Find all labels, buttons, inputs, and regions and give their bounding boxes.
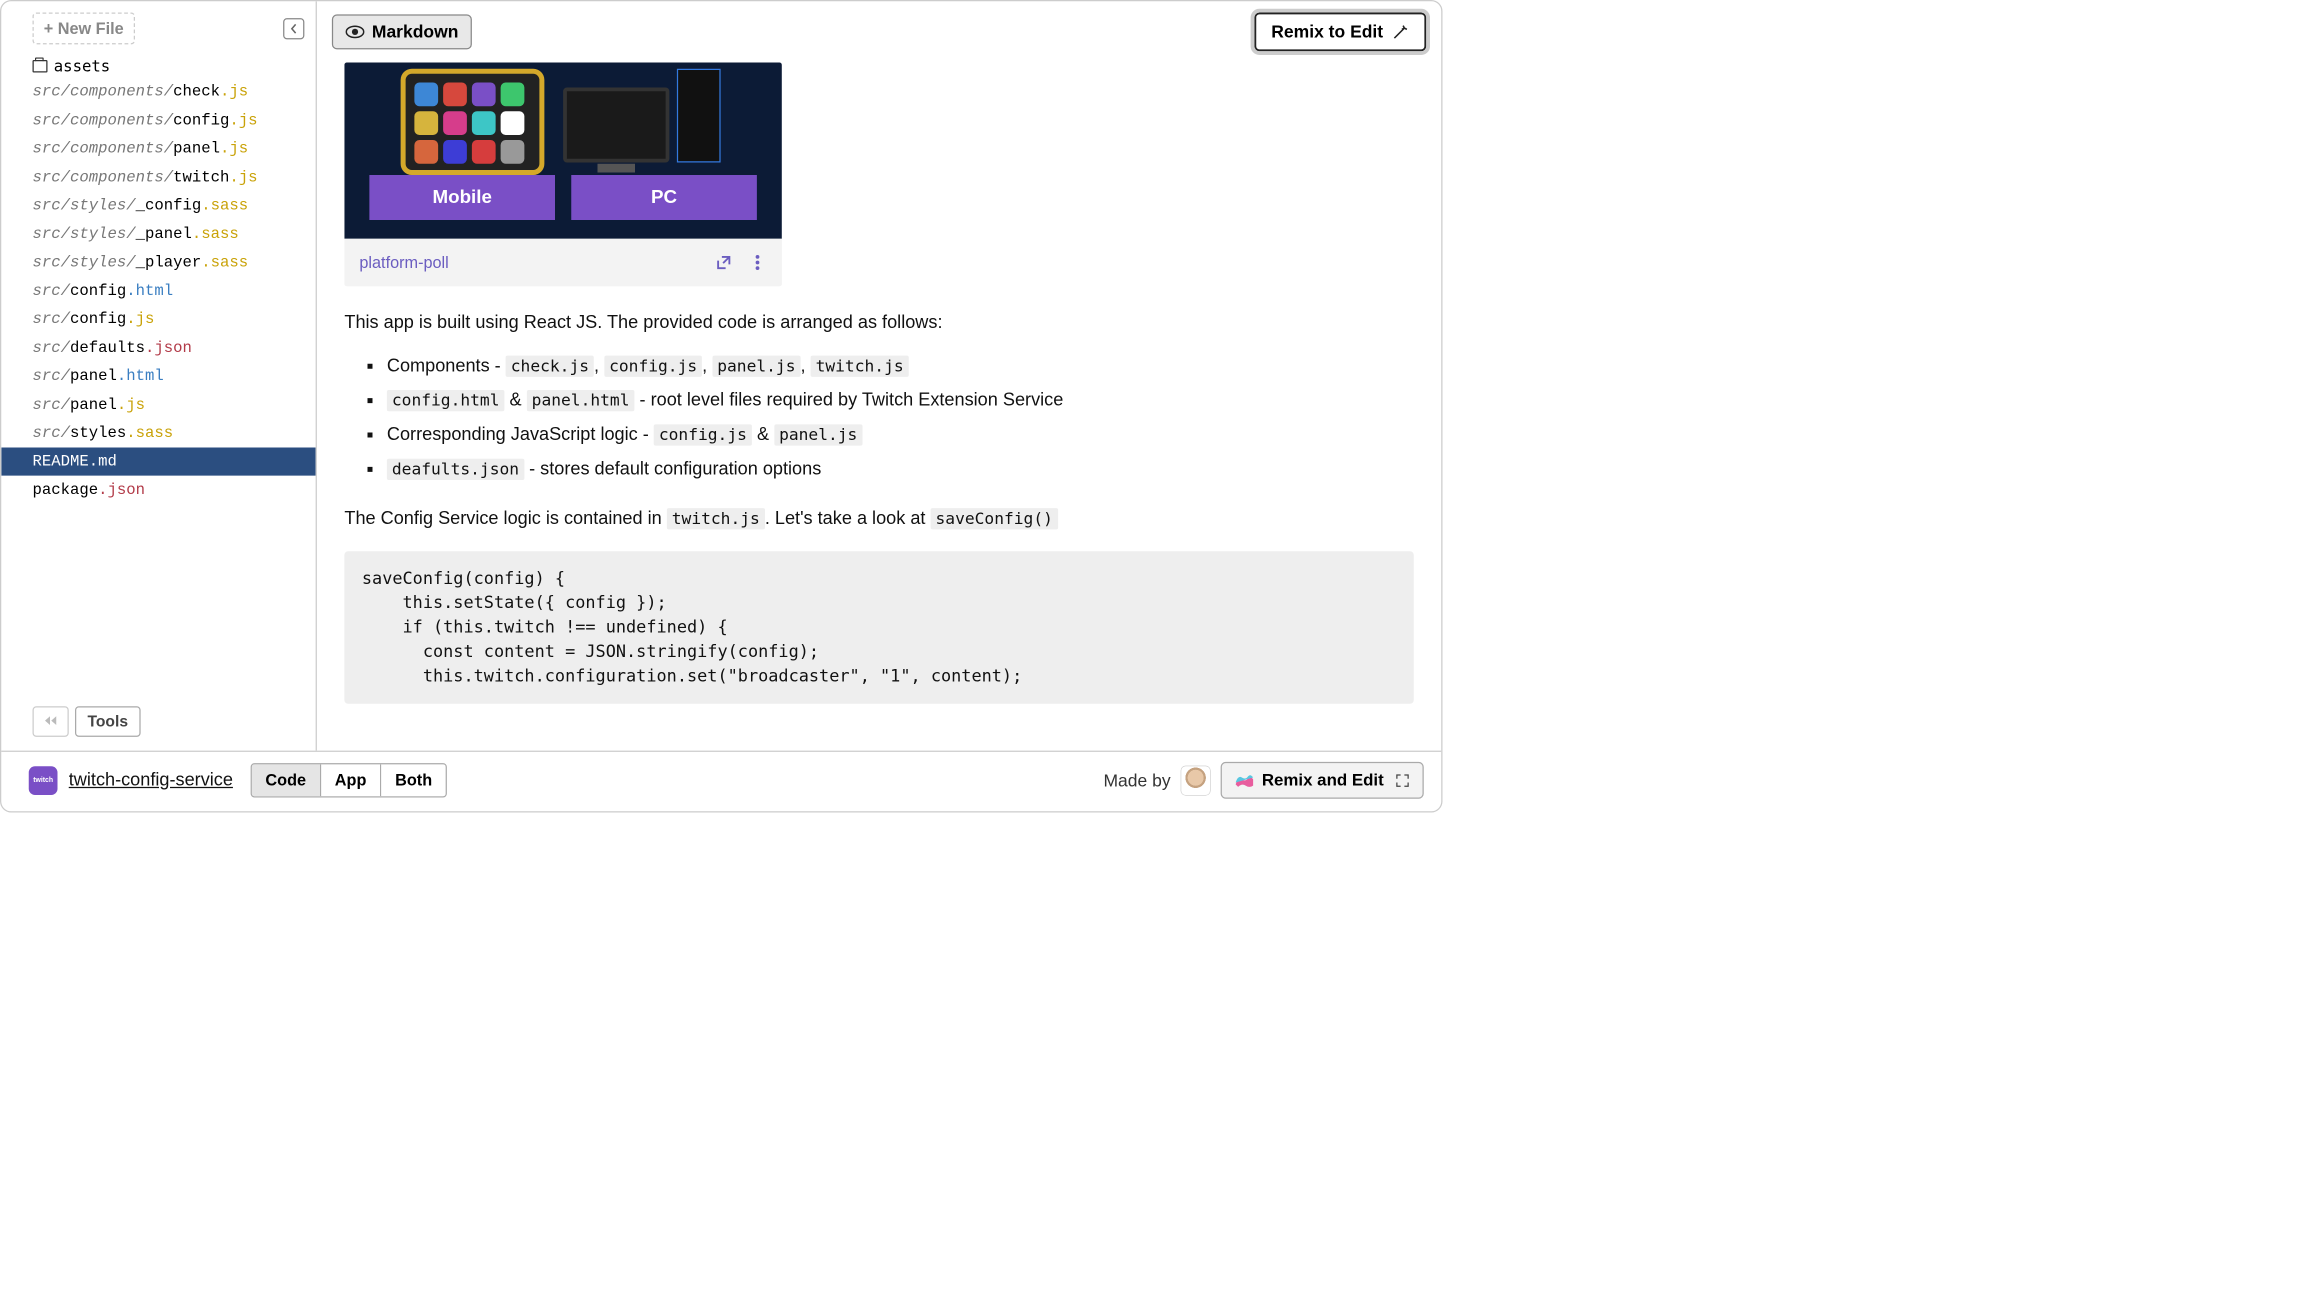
code-inline: twitch.js [811,356,909,377]
sidebar-top: + New File [1,13,315,51]
tile-pc: PC [571,175,757,220]
code-inline: config.js [654,424,752,445]
project-badge-icon: twitch [29,766,58,795]
file-row[interactable]: src/panel.html [1,362,315,390]
code-inline: saveConfig() [930,508,1057,529]
structure-list: Components - check.js, config.js, panel.… [382,352,1414,483]
view-code-button[interactable]: Code [252,764,321,796]
remix-edit-label: Remix and Edit [1262,771,1384,790]
code-block: saveConfig(config) { this.setState({ con… [344,551,1413,703]
content-header: Markdown Remix to Edit [317,1,1441,62]
expand-icon [1395,773,1410,788]
remix-and-edit-button[interactable]: Remix and Edit [1221,762,1424,799]
footer-right: Made by Remix and Edit [1103,762,1423,799]
eye-icon [346,25,365,39]
file-row[interactable]: src/defaults.json [1,333,315,361]
preview-label: platform-poll [359,250,448,275]
remix-label: Remix to Edit [1271,22,1383,42]
project-link[interactable]: twitch-config-service [69,770,233,791]
popout-icon[interactable] [714,253,733,272]
preview-card: Mobile PC platform-poll [344,63,782,287]
file-tree: assets src/components/check.jssrc/compon… [1,51,315,697]
code-inline: deafults.json [387,459,524,480]
file-row[interactable]: src/config.html [1,277,315,305]
made-by-label: Made by [1103,770,1170,790]
chevron-left-icon [289,23,298,34]
list-item: Components - check.js, config.js, panel.… [382,352,1414,380]
markdown-label: Markdown [372,22,459,42]
sidebar-bottom: Tools [1,696,315,750]
file-row[interactable]: src/panel.js [1,390,315,418]
list-item: Corresponding JavaScript logic - config.… [382,421,1414,449]
app-frame: + New File assets src/components/check.j… [0,0,1443,813]
remix-to-edit-button[interactable]: Remix to Edit [1254,13,1426,52]
sidebar: + New File assets src/components/check.j… [1,1,317,750]
code-inline: twitch.js [667,508,765,529]
content-area: Markdown Remix to Edit [317,1,1441,750]
footer-bar: twitch twitch-config-service Code App Bo… [1,751,1441,812]
wand-icon [1392,23,1410,41]
markdown-body[interactable]: Mobile PC platform-poll This app is buil… [317,63,1441,751]
paragraph-intro: This app is built using React JS. The pr… [344,309,1413,337]
file-row[interactable]: src/components/config.js [1,106,315,134]
list-item: deafults.json - stores default configura… [382,455,1414,483]
code-inline: config.html [387,390,505,411]
author-avatar[interactable] [1181,765,1211,795]
rewind-button[interactable] [33,706,69,737]
preview-devices [344,63,782,176]
folder-label: assets [54,57,110,75]
view-toggle: Code App Both [250,763,447,797]
file-row[interactable]: src/config.js [1,305,315,333]
folder-assets[interactable]: assets [1,54,315,77]
file-row[interactable]: src/styles.sass [1,419,315,447]
collapse-sidebar-button[interactable] [283,18,304,39]
new-file-button[interactable]: + New File [33,13,135,45]
code-inline: panel.js [774,424,862,445]
view-app-button[interactable]: App [321,764,381,796]
file-row[interactable]: README.md [1,447,315,475]
code-inline: panel.js [712,356,800,377]
device-phone-icon [401,69,545,175]
file-row[interactable]: src/components/check.js [1,78,315,106]
device-pc-icon [563,69,726,163]
paragraph-config: The Config Service logic is contained in… [344,504,1413,532]
tools-button[interactable]: Tools [75,706,141,737]
file-row[interactable]: src/styles/_panel.sass [1,220,315,248]
rewind-icon [43,715,59,726]
preview-actions [714,253,767,272]
folder-icon [33,60,48,73]
kebab-menu-icon[interactable] [748,253,767,272]
code-inline: panel.html [527,390,635,411]
file-row[interactable]: package.json [1,476,315,504]
markdown-toggle-button[interactable]: Markdown [332,14,472,49]
code-inline: config.js [604,356,702,377]
preview-tiles: Mobile PC [344,175,782,239]
preview-footer: platform-poll [344,239,782,287]
tile-mobile: Mobile [369,175,555,220]
file-row[interactable]: src/styles/_player.sass [1,248,315,276]
file-row[interactable]: src/components/twitch.js [1,163,315,191]
glitch-icon [1234,773,1254,788]
list-item: config.html & panel.html - root level fi… [382,386,1414,414]
view-both-button[interactable]: Both [381,764,446,796]
code-inline: check.js [506,356,594,377]
file-row[interactable]: src/styles/_config.sass [1,191,315,219]
main-area: + New File assets src/components/check.j… [1,1,1441,750]
file-row[interactable]: src/components/panel.js [1,134,315,162]
